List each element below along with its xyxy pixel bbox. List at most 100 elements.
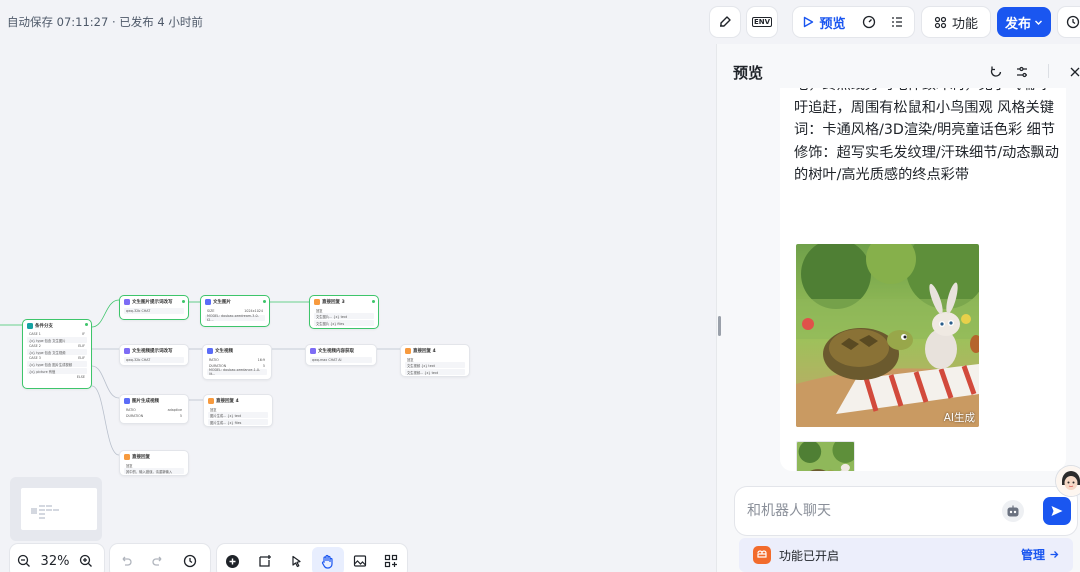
node-t2v-prompt[interactable]: 文生视频提示词改写 qwq-32b CHAT	[119, 344, 189, 366]
video-plugin-icon	[124, 397, 130, 404]
bot-message: 地，终点线旁乌龟伸颈冲刺，兔子气喘吁吁追赶，周围有松鼠和小鸟围观 风格关键词：卡…	[780, 88, 1066, 471]
manage-link[interactable]: 管理	[1021, 546, 1060, 563]
node-i2v[interactable]: 图片生成视频 RATIO adaptive DURATION 5	[119, 394, 189, 424]
panel-title: 预览	[733, 64, 764, 82]
divider	[1048, 64, 1049, 78]
redo-button[interactable]	[142, 547, 174, 572]
node-reply-4b[interactable]: 直接回复 4 回复 图片生成... {x} text 图片生成... {x} f…	[203, 394, 273, 427]
node-t2v-content[interactable]: 文生视频内容获取 qwq-max CHAT AI	[305, 344, 377, 366]
version-history-button[interactable]	[174, 547, 206, 572]
layout-grid-icon	[385, 554, 398, 568]
feature-status-text: 功能已开启	[779, 549, 840, 563]
settings-button[interactable]	[1015, 64, 1029, 78]
close-button[interactable]	[1068, 64, 1080, 78]
preview-panel: 预览 地，终点线旁乌龟伸颈冲刺，兔子气喘吁吁追赶，周围有松鼠和小鸟围观 风格关键…	[716, 44, 1080, 572]
ai-generated-label: AI生成	[943, 412, 975, 424]
llm-icon	[124, 347, 130, 354]
list-button[interactable]	[883, 7, 911, 37]
zoom-out-button[interactable]	[10, 547, 38, 572]
panel-actions	[989, 64, 1003, 78]
panel-resize-handle[interactable]	[718, 316, 721, 336]
features-button[interactable]: 功能	[922, 7, 990, 37]
minimap-nodes	[31, 505, 59, 519]
chevron-down-icon	[1035, 20, 1042, 25]
play-icon	[804, 16, 814, 28]
note-icon	[258, 555, 271, 567]
tortoise-hare-illustration	[796, 244, 979, 427]
top-bar: 自动保存 07:11:27 · 已发布 4 小时前 ENV 预览 功能 发布	[0, 0, 1080, 44]
avatar-face-icon	[1056, 466, 1080, 496]
pointer-tool[interactable]	[280, 547, 312, 572]
reply-icon	[314, 298, 320, 305]
status-dot	[85, 323, 88, 326]
robot-button[interactable]	[1001, 499, 1025, 523]
image-thumbnail[interactable]	[796, 441, 855, 471]
zoom-level[interactable]: 32%	[38, 554, 72, 569]
feature-plugin-icon	[753, 546, 771, 564]
chat-input-box	[735, 487, 1077, 535]
node-reply-4[interactable]: 直接回复 4 回复 文生视频 {x} text 文生视频... {x} text	[400, 344, 470, 377]
reset-chat-button[interactable]	[989, 64, 1003, 78]
node-condition-branch[interactable]: 条件分支 CASE 1 IF {x} type 包含 文生图片 CASE 2 ELI…	[22, 319, 92, 389]
reply-icon	[208, 397, 214, 404]
undo-button[interactable]	[110, 547, 142, 572]
history-button[interactable]	[1058, 7, 1080, 37]
assistant-avatar[interactable]	[1056, 466, 1080, 496]
debug-button[interactable]	[710, 7, 740, 37]
hand-icon	[322, 554, 333, 569]
node-reply-else[interactable]: 直接回复 回复 其中的，输入错误，请重新输入	[119, 450, 189, 476]
undo-icon	[122, 556, 132, 566]
canvas-tools	[217, 544, 407, 572]
hand-tool[interactable]	[312, 547, 344, 572]
minimap-viewport	[21, 488, 97, 530]
zoom-in-icon	[79, 554, 92, 567]
grid-icon	[934, 16, 947, 28]
publish-button[interactable]: 发布	[997, 7, 1051, 37]
layout-button[interactable]	[375, 547, 407, 572]
add-node-button[interactable]	[217, 547, 249, 572]
env-button[interactable]: ENV	[747, 7, 777, 37]
send-icon	[1051, 506, 1063, 516]
sliders-icon	[1017, 66, 1027, 78]
llm-icon	[310, 347, 316, 354]
video-plugin-icon	[207, 347, 213, 354]
send-button[interactable]	[1043, 497, 1071, 525]
status-dot	[372, 300, 375, 303]
thumbnail-illustration	[797, 442, 854, 471]
pen-check-icon	[710, 7, 740, 37]
minimap[interactable]	[10, 477, 102, 541]
workflow-canvas[interactable]: 条件分支 CASE 1 IF {x} type 包含 文生图片 CASE 2 ELI…	[0, 44, 716, 572]
list-icon	[892, 17, 902, 27]
preview-button[interactable]: 预览	[793, 7, 855, 37]
zoom-out-icon	[17, 554, 30, 567]
speed-icon	[862, 15, 876, 29]
robot-icon	[1002, 500, 1024, 522]
node-t2v[interactable]: 文生视频 RATIO 16:9 DURATION 5 MODEL: doubao-s…	[202, 344, 272, 380]
image-plugin-icon	[205, 298, 211, 305]
add-circle-icon	[226, 554, 240, 568]
history-icon	[183, 554, 197, 568]
zoom-controls: 32%	[10, 544, 104, 572]
refresh-icon	[990, 66, 1002, 77]
reply-icon	[124, 453, 130, 460]
image-button[interactable]	[344, 547, 376, 572]
node-t2i[interactable]: 文生图片 SIZE 1024x1024 MODEL: doubao-seedrea…	[200, 295, 270, 327]
env-icon: ENV	[751, 17, 773, 27]
chat-input[interactable]	[747, 500, 987, 522]
speed-button[interactable]	[855, 7, 883, 37]
autosave-status: 自动保存 07:11:27 · 已发布 4 小时前	[7, 15, 203, 29]
history-icon	[1058, 7, 1080, 37]
node-reply-3[interactable]: 直接回复 3 回复 文生图片... {x} text 文生图片 {x} file…	[309, 295, 379, 329]
redo-icon	[152, 556, 162, 566]
node-t2i-prompt[interactable]: 文生图片提示词改写 qwq-32b CHAT	[119, 295, 189, 320]
arrow-right-icon	[1050, 551, 1059, 558]
add-comment-button[interactable]	[249, 547, 281, 572]
message-text: 地，终点线旁乌龟伸颈冲刺，兔子气喘吁吁追赶，周围有松鼠和小鸟围观 风格关键词：卡…	[794, 88, 1059, 183]
preview-group: 预览	[793, 7, 914, 37]
zoom-in-button[interactable]	[72, 547, 100, 572]
status-dot	[182, 300, 185, 303]
generated-image[interactable]: AI生成	[796, 244, 979, 427]
status-dot	[263, 300, 266, 303]
close-icon	[1070, 67, 1080, 77]
pointer-icon	[292, 555, 301, 567]
